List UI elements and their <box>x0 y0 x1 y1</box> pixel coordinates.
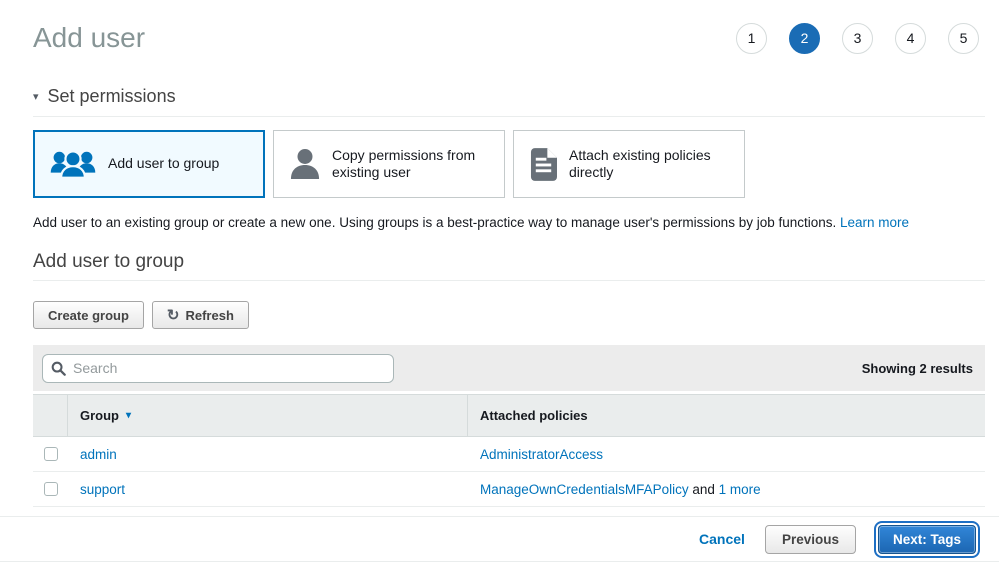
policy-link[interactable]: ManageOwnCredentialsMFAPolicy <box>480 482 689 497</box>
step-indicator-1: 1 <box>736 23 767 54</box>
groups-table: Group ▾ Attached policies admin Administ… <box>33 394 985 507</box>
policy-document-icon <box>530 148 557 181</box>
user-icon <box>290 148 320 180</box>
set-permissions-header[interactable]: ▾ Set permissions <box>33 86 985 107</box>
group-cell: support <box>68 472 468 506</box>
sort-desc-icon: ▾ <box>126 410 131 421</box>
description-text: Add user to an existing group or create … <box>33 215 836 230</box>
refresh-button[interactable]: ↻ Refresh <box>152 301 249 329</box>
column-header-group[interactable]: Group ▾ <box>68 395 468 436</box>
group-actions: Create group ↻ Refresh <box>33 301 985 329</box>
card-add-user-to-group[interactable]: Add user to group <box>33 130 265 198</box>
search-input[interactable] <box>42 354 394 383</box>
divider <box>33 116 985 117</box>
search-icon <box>51 361 66 379</box>
wizard-footer: Cancel Previous Next: Tags <box>0 516 999 562</box>
results-count: Showing 2 results <box>862 361 973 376</box>
create-group-button[interactable]: Create group <box>33 301 144 329</box>
step-indicator-4: 4 <box>895 23 926 54</box>
previous-button[interactable]: Previous <box>765 525 856 554</box>
search-box <box>42 354 394 383</box>
card-label: Copy permissions from existing user <box>332 147 494 182</box>
step-indicator-3: 3 <box>842 23 873 54</box>
user-group-icon <box>50 148 96 180</box>
page-title: Add user <box>33 22 145 54</box>
divider <box>33 280 985 281</box>
group-cell: admin <box>68 437 468 471</box>
table-row-support: support ManageOwnCredentialsMFAPolicy an… <box>33 472 985 507</box>
wizard-steps: 1 2 3 4 5 <box>736 23 979 54</box>
row-checkbox-cell <box>33 437 68 471</box>
permission-cards: Add user to group Copy permissions from … <box>33 130 985 198</box>
table-header-row: Group ▾ Attached policies <box>33 394 985 437</box>
group-section-title: Add user to group <box>33 251 985 273</box>
column-label: Attached policies <box>480 408 588 423</box>
row-checkbox[interactable] <box>44 482 58 496</box>
policy-link[interactable]: AdministratorAccess <box>480 447 603 462</box>
group-link[interactable]: support <box>80 482 125 497</box>
group-link[interactable]: admin <box>80 447 117 462</box>
permissions-description: Add user to an existing group or create … <box>33 215 985 230</box>
step-indicator-5: 5 <box>948 23 979 54</box>
header-checkbox-cell <box>33 395 68 436</box>
page: Add user 1 2 3 4 5 ▾ Set permissions <box>0 16 999 507</box>
card-label: Add user to group <box>108 155 219 173</box>
table-row-admin: admin AdministratorAccess <box>33 437 985 472</box>
learn-more-link[interactable]: Learn more <box>840 215 909 230</box>
more-policies-link[interactable]: 1 more <box>719 482 761 497</box>
policies-cell: AdministratorAccess <box>468 437 985 471</box>
refresh-label: Refresh <box>185 308 233 323</box>
policies-cell: ManageOwnCredentialsMFAPolicy and 1 more <box>468 472 985 506</box>
chevron-down-icon: ▾ <box>33 90 39 103</box>
policy-connector: and <box>692 482 715 497</box>
cancel-link[interactable]: Cancel <box>699 531 745 547</box>
card-copy-permissions[interactable]: Copy permissions from existing user <box>273 130 505 198</box>
refresh-icon: ↻ <box>167 308 180 323</box>
card-attach-policies[interactable]: Attach existing policies directly <box>513 130 745 198</box>
page-header: Add user 1 2 3 4 5 <box>33 16 985 60</box>
column-header-attached-policies: Attached policies <box>468 395 985 436</box>
row-checkbox-cell <box>33 472 68 506</box>
column-label: Group <box>80 408 119 423</box>
set-permissions-title: Set permissions <box>48 86 176 107</box>
step-indicator-2-active: 2 <box>789 23 820 54</box>
table-toolbar: Showing 2 results <box>33 345 985 391</box>
card-label: Attach existing policies directly <box>569 147 734 182</box>
row-checkbox[interactable] <box>44 447 58 461</box>
next-tags-button[interactable]: Next: Tags <box>878 525 976 554</box>
